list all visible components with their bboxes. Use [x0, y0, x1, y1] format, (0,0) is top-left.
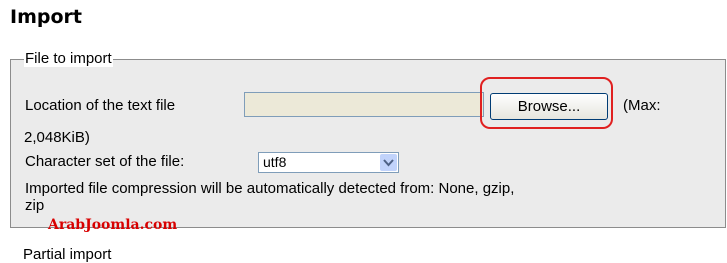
- file-to-import-fieldset: [10, 59, 726, 228]
- chevron-down-icon[interactable]: [380, 154, 397, 171]
- charset-select[interactable]: utf8: [258, 152, 399, 173]
- partial-import-legend: Partial import: [23, 246, 112, 263]
- compression-info-line1: Imported file compression will be automa…: [25, 180, 515, 197]
- page-title: Import: [10, 6, 82, 28]
- location-label: Location of the text file: [25, 97, 176, 114]
- file-path-input[interactable]: [244, 92, 484, 117]
- compression-info-line2: zip: [25, 197, 45, 214]
- browse-button[interactable]: Browse...: [490, 93, 608, 120]
- file-to-import-legend: File to import: [24, 50, 113, 67]
- max-size-value: 2,048KiB): [24, 129, 90, 146]
- watermark-logo: ArabJoomla.com: [48, 217, 178, 233]
- max-size-label: (Max:: [623, 97, 661, 114]
- charset-label: Character set of the file:: [25, 153, 185, 170]
- charset-select-value: utf8: [263, 154, 287, 170]
